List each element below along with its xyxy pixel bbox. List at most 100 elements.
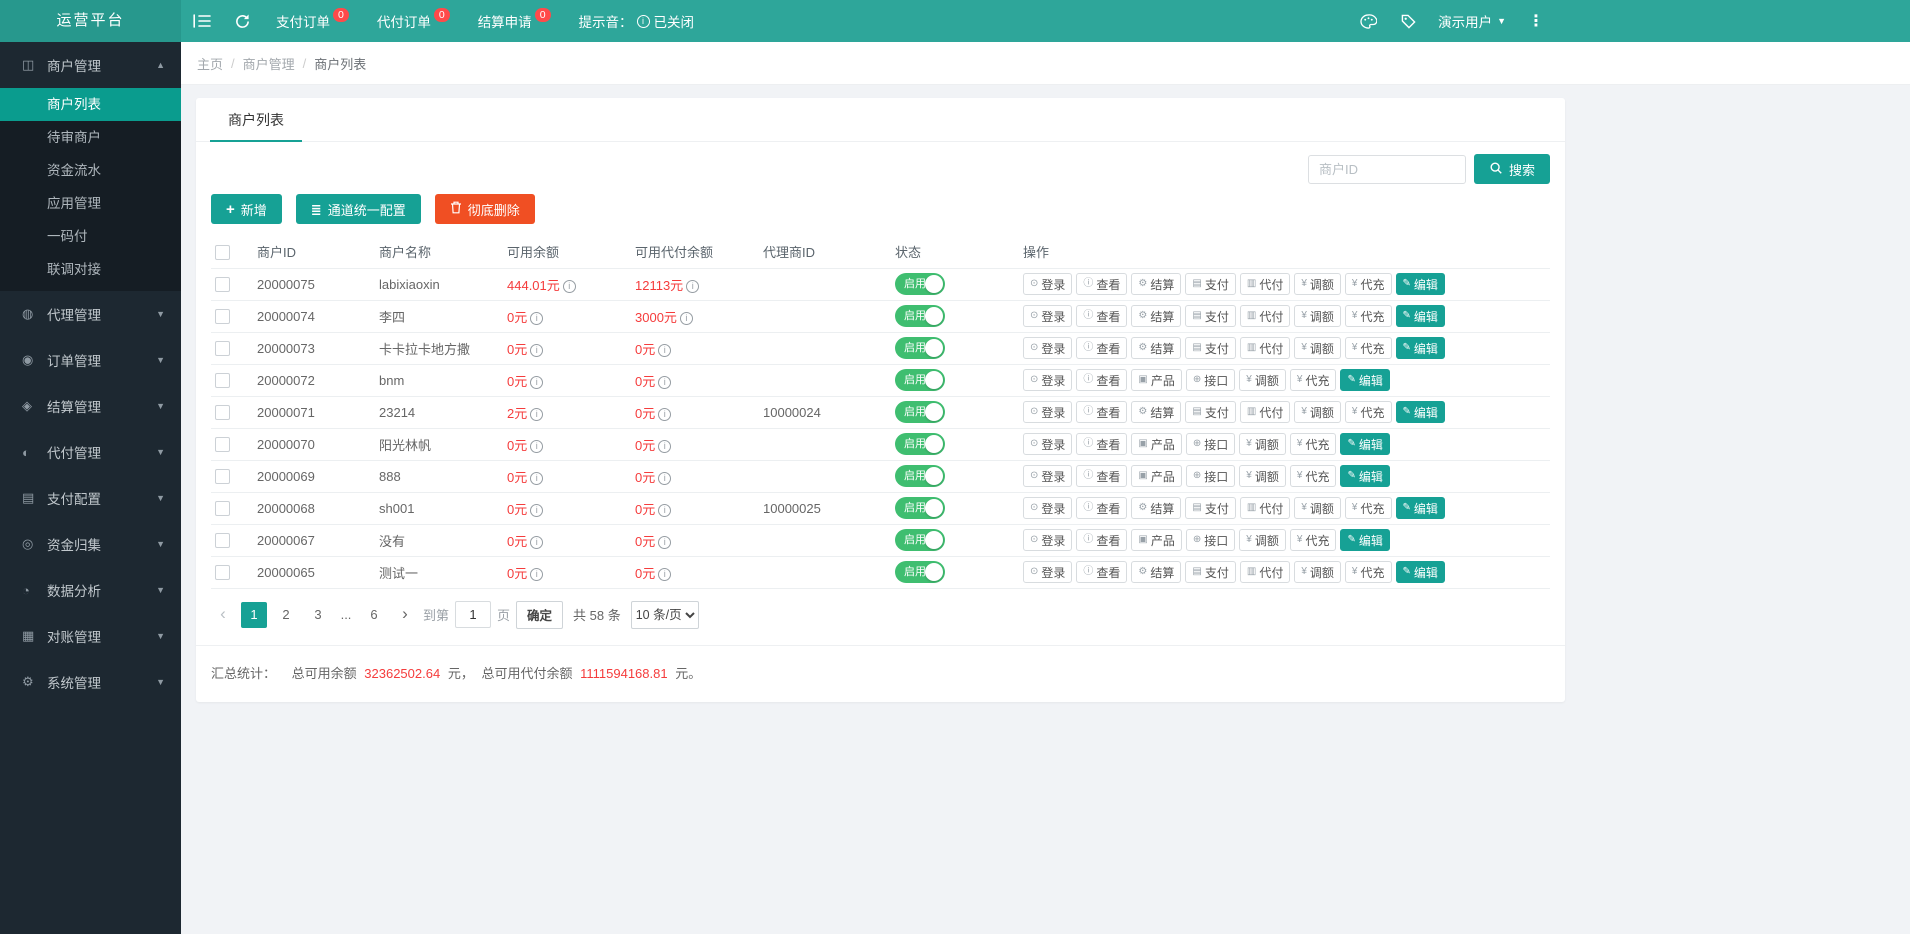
info-icon[interactable]: i [530,312,543,325]
payout-button[interactable]: ▥代付 [1240,305,1290,327]
login-button[interactable]: ⊙登录 [1023,433,1072,455]
view-button[interactable]: ⓘ查看 [1076,369,1127,391]
page-button-6[interactable]: 6 [361,602,387,628]
edit-button[interactable]: ✎编辑 [1340,433,1389,455]
view-button[interactable]: ⓘ查看 [1076,305,1127,327]
adjust-quota-button[interactable]: ¥调额 [1294,401,1341,423]
payout-button[interactable]: ▥代付 [1240,273,1290,295]
edit-button[interactable]: ✎编辑 [1340,529,1389,551]
login-button[interactable]: ⊙登录 [1023,465,1072,487]
view-button[interactable]: ⓘ查看 [1076,337,1127,359]
view-button[interactable]: ⓘ查看 [1076,401,1127,423]
row-checkbox[interactable] [215,405,230,420]
topbar-menu-pay-orders[interactable]: 支付订单0 [262,0,363,42]
page-size-select[interactable]: 10 条/页 [631,601,699,629]
sidebar-item-payout[interactable]: ◐代付管理▼ [0,429,181,475]
login-button[interactable]: ⊙登录 [1023,305,1072,327]
adjust-quota-button[interactable]: ¥调额 [1239,369,1286,391]
login-button[interactable]: ⊙登录 [1023,497,1072,519]
info-icon[interactable]: i [530,568,543,581]
recharge-button[interactable]: ¥代充 [1290,433,1337,455]
search-button[interactable]: 搜索 [1474,154,1550,184]
pay-button[interactable]: ▤支付 [1185,337,1235,359]
api-button[interactable]: ⊕接口 [1186,369,1235,391]
sidebar-item-app-manage[interactable]: 应用管理 [0,187,181,220]
row-checkbox[interactable] [215,277,230,292]
api-button[interactable]: ⊕接口 [1186,465,1235,487]
info-icon[interactable]: i [658,376,671,389]
edit-button[interactable]: ✎编辑 [1396,497,1445,519]
product-button[interactable]: ▣产品 [1131,369,1181,391]
sidebar-item-fund-collect[interactable]: ◎资金归集▼ [0,521,181,567]
sidebar-item-agent[interactable]: ◍代理管理▼ [0,291,181,337]
payout-button[interactable]: ▥代付 [1240,561,1290,583]
api-button[interactable]: ⊕接口 [1186,433,1235,455]
recharge-button[interactable]: ¥代充 [1290,369,1337,391]
status-toggle[interactable]: 启用 [895,433,945,455]
recharge-button[interactable]: ¥代充 [1345,561,1392,583]
api-button[interactable]: ⊕接口 [1186,529,1235,551]
edit-button[interactable]: ✎编辑 [1396,401,1445,423]
recharge-button[interactable]: ¥代充 [1290,465,1337,487]
info-icon[interactable]: i [658,568,671,581]
row-checkbox[interactable] [215,373,230,388]
sidebar-item-merchant[interactable]: ◫商户管理▲ [0,42,181,88]
info-icon[interactable]: i [658,504,671,517]
info-icon[interactable]: i [658,344,671,357]
info-icon[interactable]: i [658,536,671,549]
sidebar-item-one-code-pay[interactable]: 一码付 [0,220,181,253]
edit-button[interactable]: ✎编辑 [1396,337,1445,359]
product-button[interactable]: ▣产品 [1131,465,1181,487]
sidebar-item-pay-config[interactable]: ▤支付配置▼ [0,475,181,521]
view-button[interactable]: ⓘ查看 [1076,433,1127,455]
edit-button[interactable]: ✎编辑 [1396,561,1445,583]
info-icon[interactable]: i [658,440,671,453]
info-icon[interactable]: i [530,472,543,485]
pay-button[interactable]: ▤支付 [1185,401,1235,423]
tag-icon[interactable] [1389,0,1428,42]
add-button[interactable]: + 新增 [211,194,282,224]
info-icon[interactable]: i [530,376,543,389]
settle-button[interactable]: ⚙结算 [1131,497,1181,519]
collapse-sidebar-icon[interactable] [181,0,223,42]
recharge-button[interactable]: ¥代充 [1345,273,1392,295]
user-menu[interactable]: 演示用户 ▼ [1428,11,1516,31]
row-checkbox[interactable] [215,341,230,356]
view-button[interactable]: ⓘ查看 [1076,561,1127,583]
settle-button[interactable]: ⚙结算 [1131,337,1181,359]
info-icon[interactable]: i [530,536,543,549]
sidebar-item-merchant-list[interactable]: 商户列表 [0,88,181,121]
theme-palette-icon[interactable] [1348,0,1389,42]
page-button-3[interactable]: 3 [305,602,331,628]
status-toggle[interactable]: 启用 [895,529,945,551]
payout-button[interactable]: ▥代付 [1240,497,1290,519]
more-icon[interactable]: ⋮ [1516,0,1556,42]
adjust-quota-button[interactable]: ¥调额 [1294,337,1341,359]
payout-button[interactable]: ▥代付 [1240,337,1290,359]
status-toggle[interactable]: 启用 [895,561,945,583]
edit-button[interactable]: ✎编辑 [1340,369,1389,391]
product-button[interactable]: ▣产品 [1131,529,1181,551]
next-page-button[interactable]: › [393,602,417,628]
product-button[interactable]: ▣产品 [1131,433,1181,455]
sidebar-item-data-analysis[interactable]: ◔数据分析▼ [0,567,181,613]
status-toggle[interactable]: 启用 [895,273,945,295]
info-icon[interactable]: i [686,280,699,293]
info-icon[interactable]: i [658,472,671,485]
pay-button[interactable]: ▤支付 [1185,497,1235,519]
recharge-button[interactable]: ¥代充 [1345,497,1392,519]
login-button[interactable]: ⊙登录 [1023,529,1072,551]
edit-button[interactable]: ✎编辑 [1396,273,1445,295]
sidebar-item-settlement[interactable]: ◈结算管理▼ [0,383,181,429]
recharge-button[interactable]: ¥代充 [1345,337,1392,359]
sound-status[interactable]: 提示音： i 已关闭 [565,11,709,31]
adjust-quota-button[interactable]: ¥调额 [1294,273,1341,295]
info-icon[interactable]: i [530,344,543,357]
login-button[interactable]: ⊙登录 [1023,401,1072,423]
info-icon[interactable]: i [680,312,693,325]
status-toggle[interactable]: 启用 [895,497,945,519]
login-button[interactable]: ⊙登录 [1023,369,1072,391]
breadcrumb-item[interactable]: 商户管理 [243,54,295,73]
adjust-quota-button[interactable]: ¥调额 [1294,305,1341,327]
adjust-quota-button[interactable]: ¥调额 [1239,529,1286,551]
